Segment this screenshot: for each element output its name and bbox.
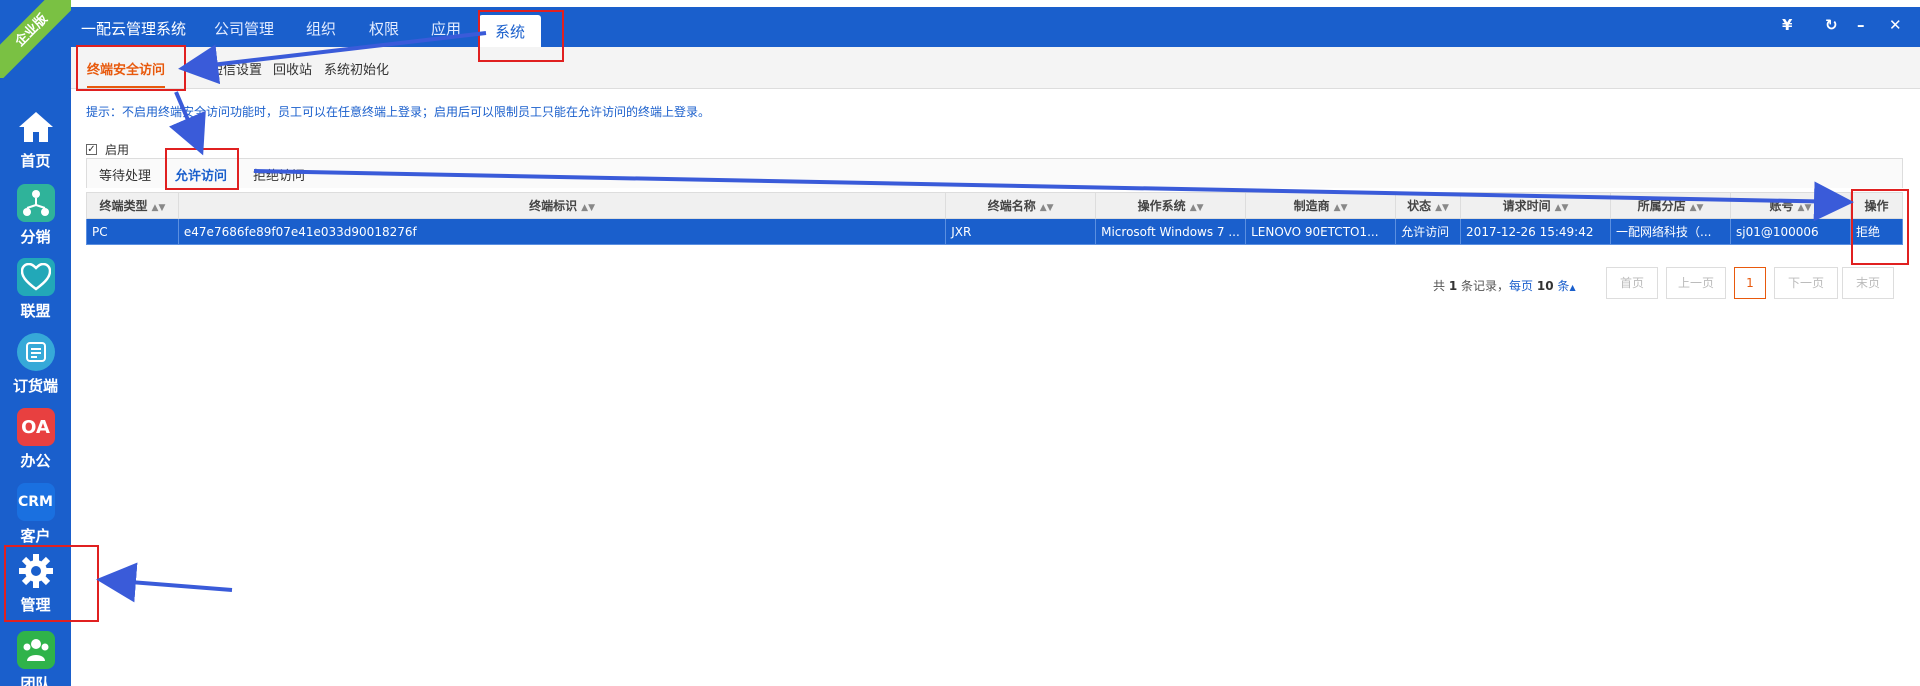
arrow-to-terminal-security	[178, 31, 487, 85]
arrow-to-manage	[96, 562, 233, 603]
arrow-to-action	[253, 169, 1854, 222]
app-window: 企业版 首页 分销 联盟 订货端 OA 办公 CRM 客户 管理 团队 一配云管…	[0, 0, 1920, 686]
annotation-arrows	[96, 31, 1854, 603]
arrow-to-allowed-tab	[169, 91, 206, 156]
